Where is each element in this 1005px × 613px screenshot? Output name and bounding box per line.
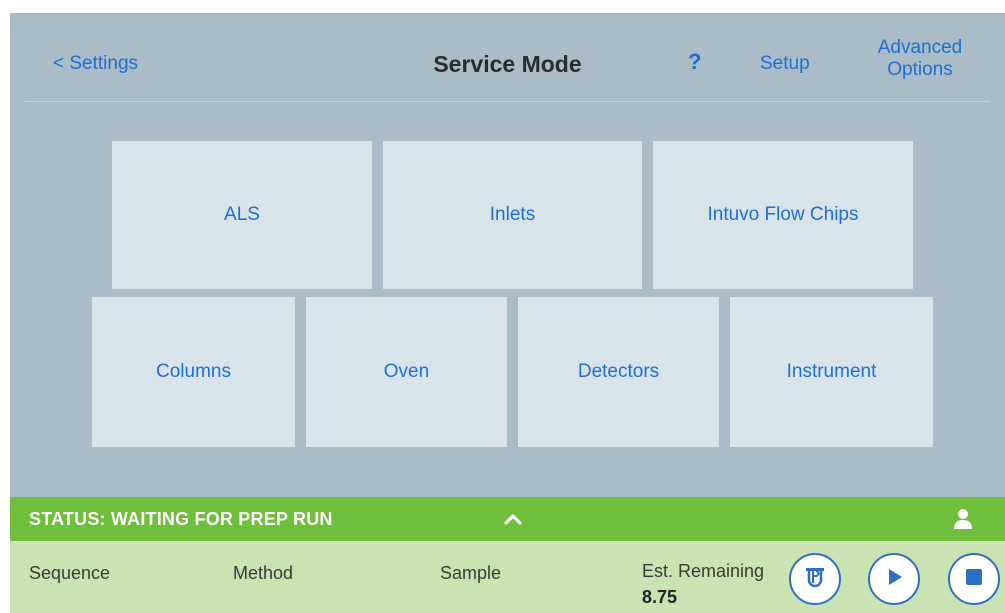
start-run-button[interactable] [868, 553, 920, 605]
tile-label: Oven [383, 361, 430, 382]
prep-run-icon [801, 563, 829, 596]
tile-als[interactable]: ALS [112, 141, 372, 289]
service-mode-screen: < Settings Service Mode ? Setup Advanced… [10, 13, 1005, 613]
tile-label: Inlets [489, 204, 536, 225]
advanced-options-line2: Options [887, 58, 953, 80]
chevron-up-icon[interactable] [501, 507, 525, 531]
header-bar: < Settings Service Mode ? Setup Advanced… [10, 13, 1005, 101]
method-label: Method [233, 563, 294, 583]
tile-label: Intuvo Flow Chips [707, 204, 859, 225]
setup-link[interactable]: Setup [760, 53, 810, 75]
stop-run-button[interactable] [948, 553, 1000, 605]
tile-label: Instrument [786, 361, 877, 382]
status-text: STATUS: WAITING FOR PREP RUN [29, 509, 333, 529]
est-remaining-label: Est. Remaining [642, 561, 765, 581]
advanced-options-link[interactable]: Advanced Options [865, 37, 975, 81]
user-icon[interactable] [953, 508, 973, 530]
tile-oven[interactable]: Oven [306, 297, 507, 447]
advanced-options-line1: Advanced [877, 37, 963, 58]
tile-instrument[interactable]: Instrument [730, 297, 933, 447]
tile-label: Detectors [577, 361, 660, 382]
tile-intuvo-flow-chips[interactable]: Intuvo Flow Chips [653, 141, 913, 289]
run-info-row: Sequence Method Sample Est. Remaining 8.… [10, 541, 1005, 613]
stop-icon [963, 566, 985, 593]
sequence-label: Sequence [29, 563, 111, 583]
tile-label: Columns [156, 361, 231, 382]
help-button[interactable]: ? [688, 49, 701, 74]
header-divider [25, 101, 990, 102]
status-bar: STATUS: WAITING FOR PREP RUN [10, 497, 1005, 541]
tile-label: ALS [224, 204, 260, 225]
play-icon [882, 565, 906, 594]
sample-label: Sample [440, 563, 502, 583]
est-remaining-value: 8.75 [642, 587, 678, 607]
page-title: Service Mode [433, 51, 582, 77]
tile-inlets[interactable]: Inlets [383, 141, 642, 289]
tile-columns[interactable]: Columns [92, 297, 295, 447]
tile-detectors[interactable]: Detectors [518, 297, 719, 447]
prep-run-button[interactable] [789, 553, 841, 605]
